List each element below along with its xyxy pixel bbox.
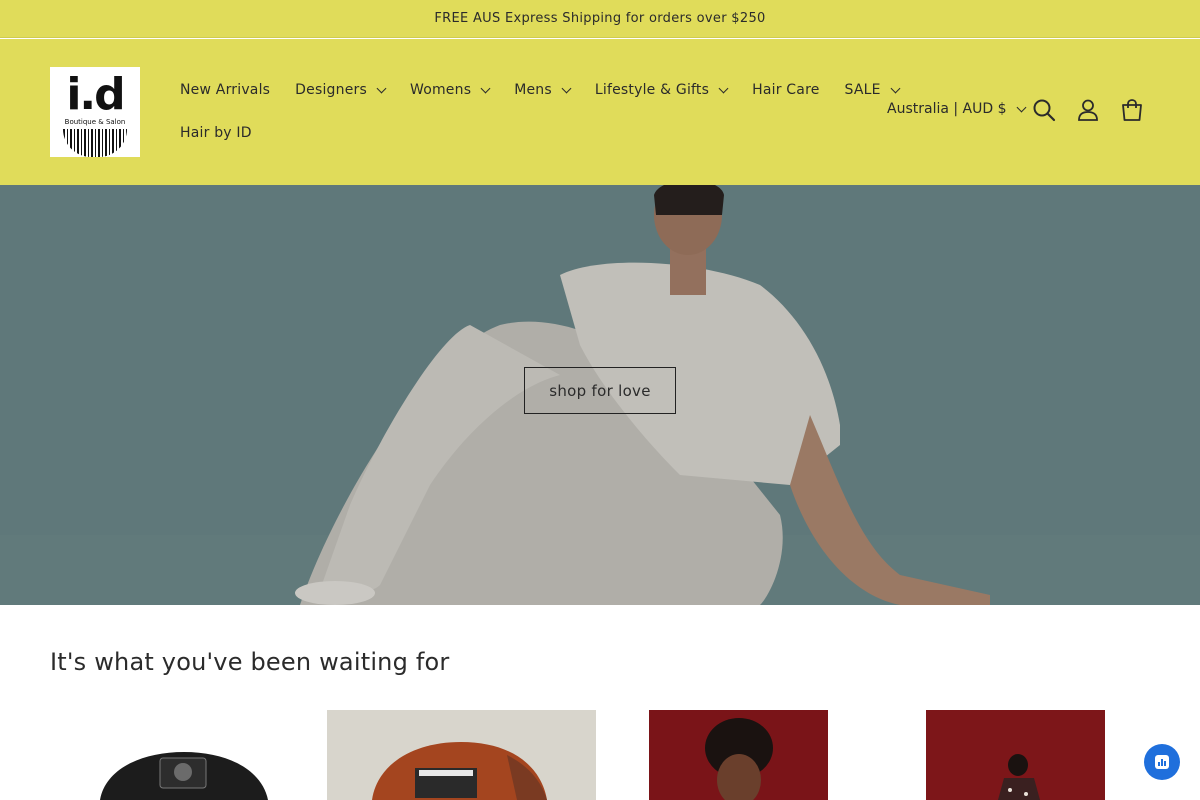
product-image-model-dress xyxy=(998,754,1040,800)
nav-item-hair-by-id[interactable]: Hair by ID xyxy=(180,125,252,141)
nav-item-label: Hair by ID xyxy=(180,125,252,141)
account-icon xyxy=(1078,99,1098,121)
main-navigation: New Arrivals Designers Womens Mens Lifes… xyxy=(180,79,924,144)
nav-item-label: SALE xyxy=(844,82,881,98)
announcement-text: FREE AUS Express Shipping for orders ove… xyxy=(434,11,766,26)
nav-item-label: Designers xyxy=(295,82,367,98)
nav-item-womens[interactable]: Womens xyxy=(409,82,491,98)
nav-item-label: Mens xyxy=(514,82,552,98)
site-header: i.d Boutique & Salon New Arrivals Design… xyxy=(0,39,1200,185)
nav-row-1: New Arrivals Designers Womens Mens Lifes… xyxy=(180,79,924,101)
chat-icon xyxy=(1155,755,1169,769)
search-button[interactable] xyxy=(1031,97,1057,123)
nav-item-hair-care[interactable]: Hair Care xyxy=(752,82,819,98)
logo-main-text: i.d xyxy=(66,69,125,120)
country-currency-selector[interactable]: Australia | AUD $ xyxy=(887,101,1026,117)
chevron-down-icon xyxy=(1016,102,1026,112)
nav-item-label: Womens xyxy=(409,82,472,98)
product-card-4[interactable] xyxy=(926,710,1105,800)
cart-button[interactable] xyxy=(1119,97,1145,123)
locale-label: Australia | AUD $ xyxy=(887,101,1007,117)
hero-button-label: shop for love xyxy=(549,381,651,400)
hero-banner: shop for love xyxy=(0,185,1200,605)
chevron-down-icon xyxy=(890,83,901,93)
store-logo[interactable]: i.d Boutique & Salon xyxy=(50,67,140,157)
shop-for-love-button[interactable]: shop for love xyxy=(524,367,676,414)
product-image-black-cap xyxy=(100,752,268,800)
nav-item-lifestyle-gifts[interactable]: Lifestyle & Gifts xyxy=(594,82,729,98)
chevron-down-icon xyxy=(718,83,729,93)
collection-title: It's what you've been waiting for xyxy=(50,648,450,676)
announcement-bar: FREE AUS Express Shipping for orders ove… xyxy=(0,0,1200,38)
nav-row-2: Hair by ID xyxy=(180,122,924,144)
product-image-orange-cap xyxy=(372,742,547,800)
search-icon xyxy=(1033,99,1056,122)
chevron-down-icon xyxy=(561,83,572,93)
logo-barcode-graphic xyxy=(63,129,127,157)
product-card-2[interactable] xyxy=(327,710,596,800)
nav-item-label: Lifestyle & Gifts xyxy=(594,82,710,98)
chevron-down-icon xyxy=(376,83,387,93)
chat-widget-button[interactable] xyxy=(1144,744,1180,780)
nav-item-mens[interactable]: Mens xyxy=(514,82,572,98)
account-button[interactable] xyxy=(1075,97,1101,123)
product-card-3[interactable] xyxy=(649,710,828,800)
cart-icon xyxy=(1122,99,1142,121)
logo-sub-text: Boutique & Salon xyxy=(64,118,126,126)
nav-item-label: New Arrivals xyxy=(180,82,271,98)
chevron-down-icon xyxy=(480,83,491,93)
nav-item-designers[interactable]: Designers xyxy=(295,82,387,98)
nav-item-sale[interactable]: SALE xyxy=(844,82,901,98)
nav-item-new-arrivals[interactable]: New Arrivals xyxy=(180,82,270,98)
product-card-1[interactable] xyxy=(50,710,319,800)
product-image-model-portrait xyxy=(705,718,773,800)
nav-item-label: Hair Care xyxy=(752,82,820,98)
